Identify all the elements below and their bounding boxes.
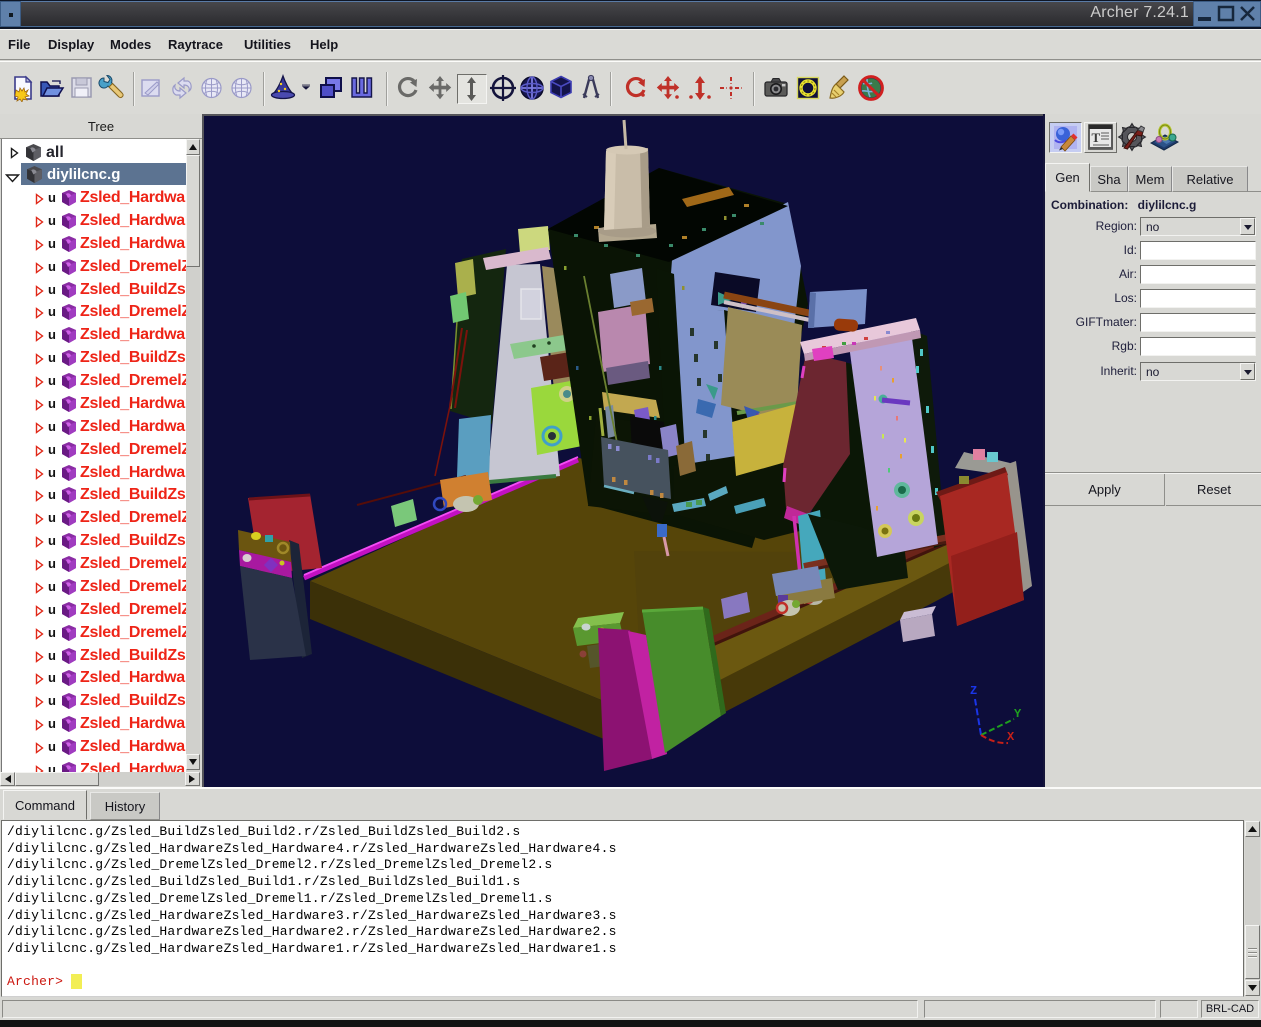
svg-text:Y: Y <box>1014 707 1022 721</box>
svg-text:X: X <box>1007 730 1015 744</box>
svg-text:T: T <box>1092 130 1101 145</box>
svg-text:Z: Z <box>970 684 977 698</box>
